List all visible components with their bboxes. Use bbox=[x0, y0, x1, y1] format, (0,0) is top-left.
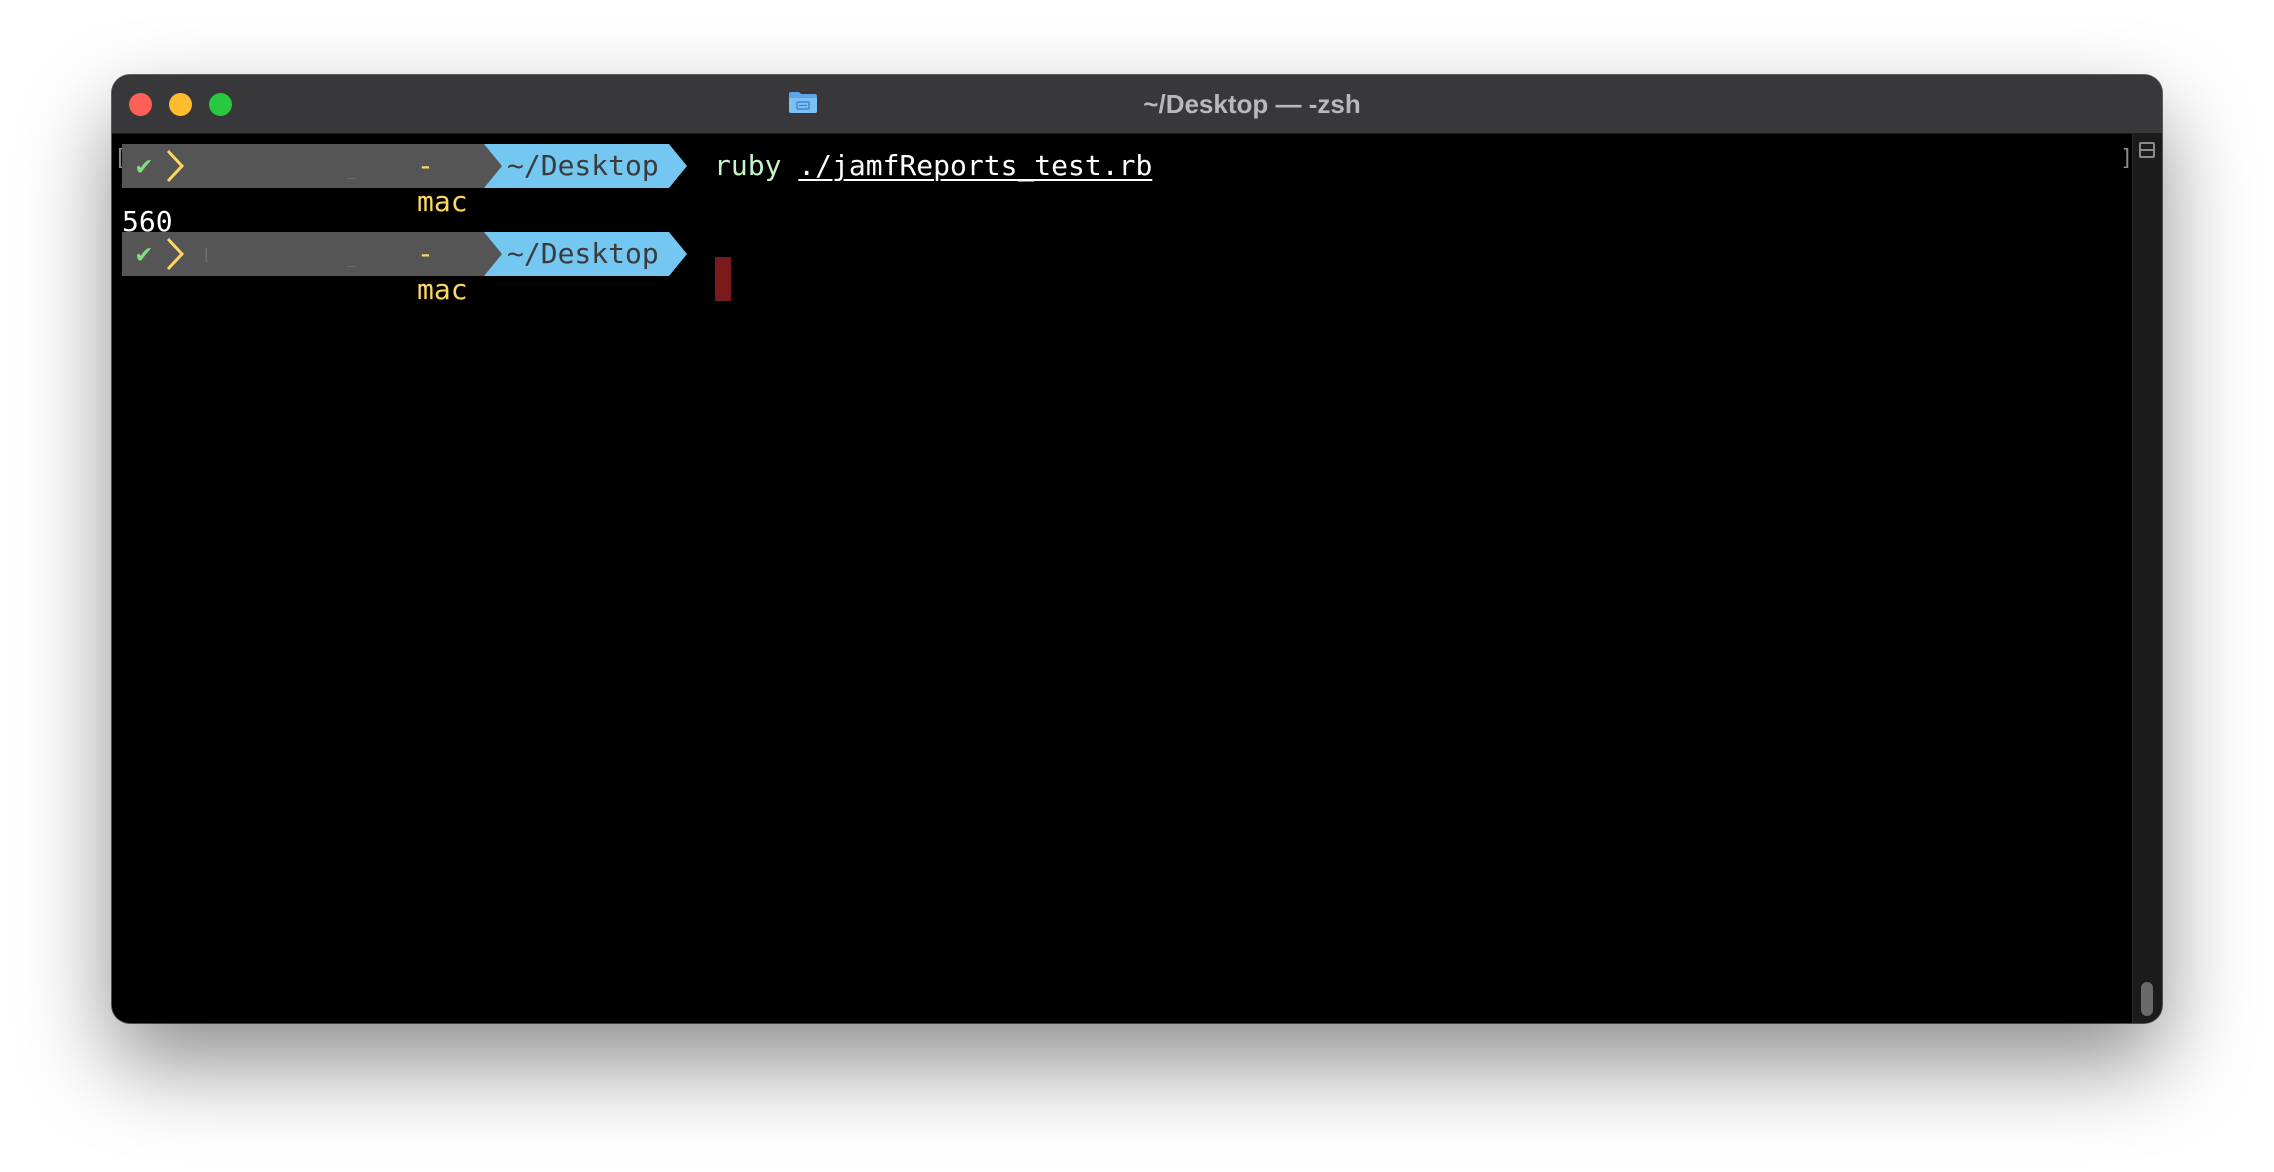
minimize-button[interactable] bbox=[169, 93, 192, 116]
segment-separator bbox=[484, 144, 502, 188]
scrollbar-thumb[interactable] bbox=[2141, 982, 2153, 1016]
title-bar[interactable]: ~/Desktop — -zsh bbox=[112, 75, 2162, 134]
zoom-button[interactable] bbox=[209, 93, 232, 116]
segment-separator bbox=[669, 232, 687, 276]
command-text: ruby ./jamfReports_test.rb bbox=[714, 148, 1152, 184]
status-ok-icon: ✔ bbox=[136, 151, 152, 181]
prompt-directory: ~/Desktop bbox=[507, 149, 659, 182]
text-cursor bbox=[715, 257, 731, 301]
status-ok-icon: ✔ bbox=[136, 239, 152, 269]
command-name: ruby bbox=[714, 149, 782, 182]
folder-icon bbox=[789, 92, 817, 113]
split-pane-icon[interactable] bbox=[2139, 142, 2155, 158]
segment-separator bbox=[669, 144, 687, 188]
redacted-mark: | bbox=[202, 247, 211, 263]
terminal-content[interactable]: [ ] ✔ _ -mac ~/Desktop ruby ./jamfReport… bbox=[112, 134, 2133, 1023]
prompt-user: -mac bbox=[417, 237, 468, 306]
close-button[interactable] bbox=[129, 93, 152, 116]
command-argument: ./jamfReports_test.rb bbox=[798, 149, 1153, 182]
redacted-mark: _ bbox=[347, 163, 356, 179]
window-title: ~/Desktop — -zsh bbox=[1143, 89, 1361, 119]
chevron-right-icon bbox=[166, 237, 185, 271]
vertical-scrollbar[interactable] bbox=[2132, 134, 2162, 1023]
chevron-right-icon bbox=[166, 149, 185, 183]
prompt-user: -mac bbox=[417, 149, 468, 218]
segment-separator bbox=[484, 232, 502, 276]
terminal-window: ~/Desktop — -zsh [ ] ✔ _ -mac ~/Desktop … bbox=[112, 75, 2162, 1023]
prompt-directory: ~/Desktop bbox=[507, 237, 659, 270]
redacted-mark: _ bbox=[347, 251, 356, 267]
